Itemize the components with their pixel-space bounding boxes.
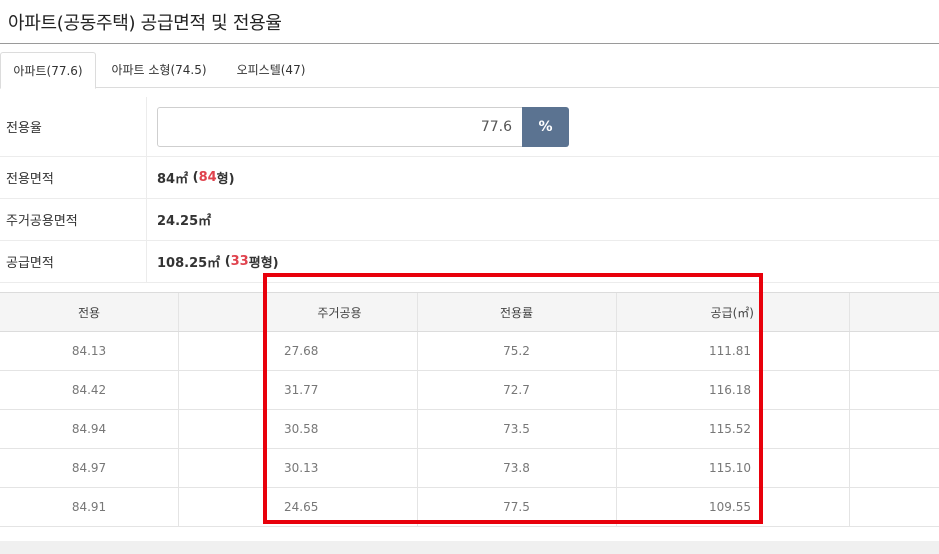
header-common: 주거공용 (317, 305, 362, 320)
divider (178, 371, 179, 409)
cell-ratio: 72.7 (503, 383, 530, 397)
cell-common: 27.68 (284, 344, 319, 358)
table-row: 84.97 30.13 73.8 115.10 (0, 449, 939, 488)
tab-apartment-small[interactable]: 아파트 소형(74.5) (104, 52, 214, 89)
exclusive-area-value: 84㎡ (84 형) (157, 157, 235, 198)
cell-supply: 109.55 (709, 500, 751, 514)
page: 아파트(공동주택) 공급면적 및 전용율 아파트(77.6) 아파트 소형(74… (0, 0, 939, 554)
supply-area-row: 공급면적 108.25㎡ (33 평형) (0, 241, 939, 283)
supply-area-value: 108.25㎡ (33 평형) (157, 241, 279, 282)
ratio-row: 전용율 77.6 % (0, 97, 939, 157)
cell-common: 24.65 (284, 500, 319, 514)
cell-common: 31.77 (284, 383, 319, 397)
cell-ratio: 75.2 (503, 344, 530, 358)
cell-ratio: 77.5 (503, 500, 530, 514)
cell-exclusive: 84.13 (71, 344, 107, 358)
pyeong-suffix: 형) (216, 172, 235, 187)
supply-pyeong: 33 (230, 254, 249, 269)
cell-common: 30.13 (284, 461, 319, 475)
area-table: 전용 주거공용 전용률 공급(㎡) 84.13 27.68 75.2 111.8… (0, 292, 939, 527)
divider (849, 332, 850, 370)
header-ratio: 전용률 (499, 305, 534, 320)
table-row: 84.42 31.77 72.7 116.18 (0, 371, 939, 410)
divider (178, 410, 179, 448)
header-exclusive: 전용 (77, 305, 101, 320)
table-row: 84.13 27.68 75.2 111.81 (0, 332, 939, 371)
exclusive-area-row: 전용면적 84㎡ (84 형) (0, 157, 939, 199)
common-area-row: 주거공용면적 24.25㎡ (0, 199, 939, 241)
table-row: 84.91 24.65 77.5 109.55 (0, 488, 939, 527)
tab-apartment[interactable]: 아파트(77.6) (0, 52, 96, 89)
cell-supply: 116.18 (709, 383, 751, 397)
header-supply: 공급(㎡) (710, 305, 754, 320)
ratio-label: 전용율 (6, 121, 42, 136)
divider (146, 241, 147, 282)
common-area-label: 주거공용면적 (6, 214, 78, 229)
title-bar: 아파트(공동주택) 공급면적 및 전용율 (0, 0, 939, 44)
cell-exclusive: 84.91 (71, 500, 107, 514)
paren-open: ( (220, 254, 231, 269)
divider (849, 449, 850, 487)
divider (178, 293, 179, 331)
percent-button[interactable]: % (522, 107, 569, 147)
tab-bar: 아파트(77.6) 아파트 소형(74.5) 오피스텔(47) (0, 44, 939, 89)
page-title: 아파트(공동주택) 공급면적 및 전용율 (8, 13, 282, 34)
divider (178, 449, 179, 487)
divider (146, 97, 147, 156)
cell-supply: 115.10 (709, 461, 751, 475)
exclusive-area-sqm: 84㎡ (157, 172, 189, 187)
divider (849, 410, 850, 448)
divider (146, 199, 147, 240)
cell-ratio: 73.8 (503, 461, 530, 475)
table-header: 전용 주거공용 전용률 공급(㎡) (0, 292, 939, 332)
cell-common: 30.58 (284, 422, 319, 436)
cell-ratio: 73.5 (503, 422, 530, 436)
ratio-input[interactable]: 77.6 (157, 107, 523, 147)
divider (849, 293, 850, 331)
paren-open: ( (188, 170, 199, 185)
tab-officetel[interactable]: 오피스텔(47) (228, 52, 314, 89)
info-panel: 전용율 77.6 % 전용면적 84㎡ (84 형) 주거공용면적 24.25㎡ … (0, 97, 939, 283)
divider (849, 371, 850, 409)
supply-area-sqm: 108.25㎡ (157, 256, 221, 271)
exclusive-pyeong: 84 (198, 170, 217, 185)
divider (178, 488, 179, 526)
common-area-value: 24.25㎡ (157, 214, 212, 229)
divider (849, 488, 850, 526)
exclusive-area-label: 전용면적 (6, 172, 54, 187)
table-row: 84.94 30.58 73.5 115.52 (0, 410, 939, 449)
cell-supply: 111.81 (709, 344, 751, 358)
supply-area-label: 공급면적 (6, 256, 54, 271)
footer-bar (0, 541, 939, 554)
pyeong-suffix: 평형) (248, 256, 279, 271)
cell-supply: 115.52 (709, 422, 751, 436)
cell-exclusive: 84.94 (71, 422, 107, 436)
cell-exclusive: 84.97 (71, 461, 107, 475)
divider (146, 157, 147, 198)
cell-exclusive: 84.42 (71, 383, 107, 397)
divider (178, 332, 179, 370)
